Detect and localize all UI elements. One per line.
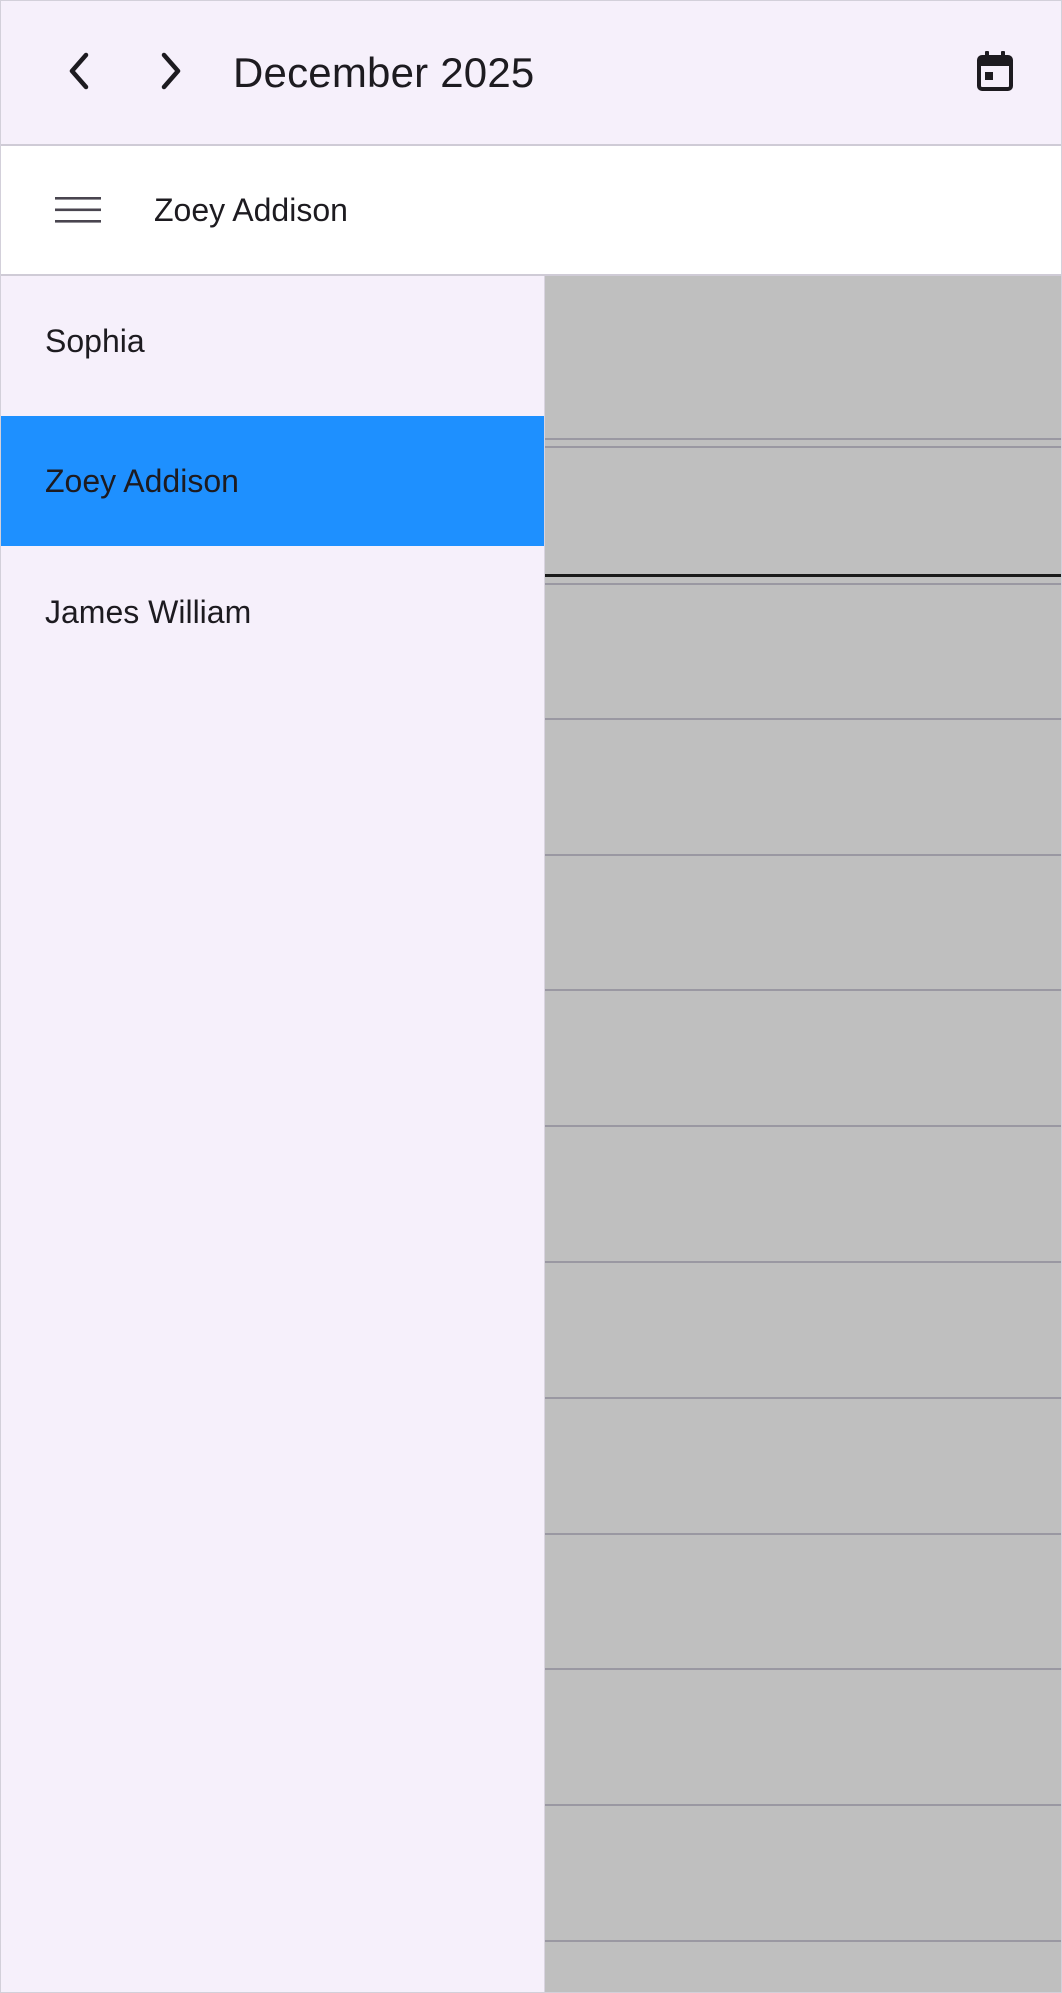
resource-menu-button[interactable] <box>47 180 109 240</box>
drawer-item-zoey-addison[interactable]: Zoey Addison <box>1 416 544 546</box>
chevron-right-icon <box>161 52 181 90</box>
today-button[interactable] <box>965 41 1025 101</box>
drawer-item-label: Zoey Addison <box>45 463 239 499</box>
calendar-today-icon <box>977 51 1013 91</box>
chevron-left-icon <box>69 52 89 90</box>
resource-header: Zoey Addison <box>1 146 1061 276</box>
next-month-button[interactable] <box>143 41 199 101</box>
scheduler-screen: December 2025 Zoey Addison Sophia Zoey A… <box>0 0 1062 1993</box>
menu-icon <box>55 197 101 223</box>
current-resource-name: Zoey Addison <box>154 192 348 228</box>
drawer-item-sophia[interactable]: Sophia <box>1 276 544 406</box>
month-title[interactable]: December 2025 <box>233 45 534 101</box>
resource-drawer: Sophia Zoey Addison James William <box>1 276 545 1992</box>
drawer-item-james-william[interactable]: James William <box>1 547 544 677</box>
drawer-item-label: Sophia <box>45 323 145 359</box>
app-bar: December 2025 <box>1 1 1061 146</box>
previous-month-button[interactable] <box>51 41 107 101</box>
drawer-item-label: James William <box>45 594 252 630</box>
